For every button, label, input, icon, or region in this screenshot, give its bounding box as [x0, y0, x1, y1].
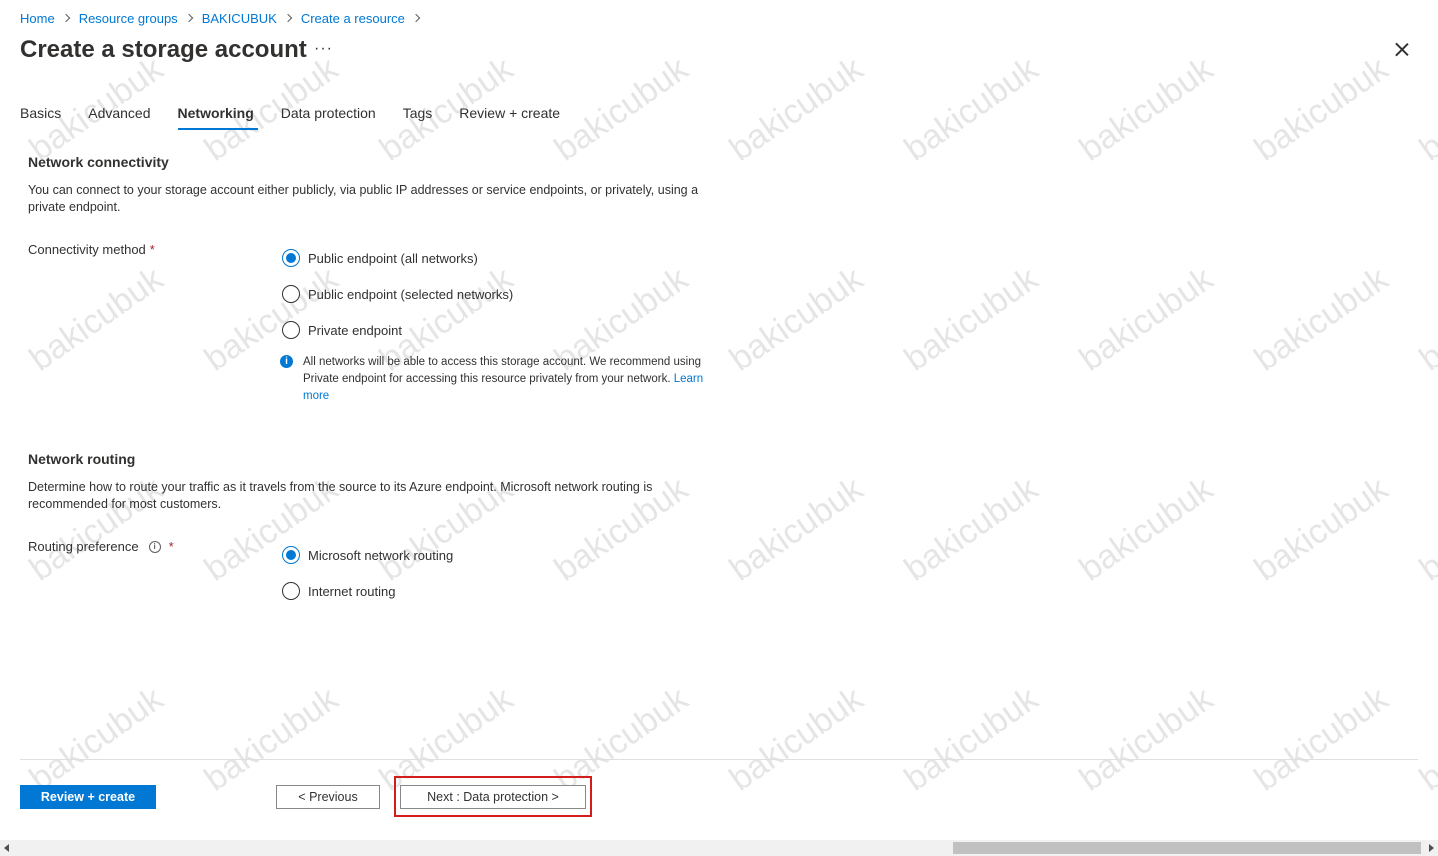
watermark-text: bakicubuk — [1072, 49, 1220, 169]
watermark-text: bakicubuk — [1412, 679, 1438, 799]
radio-button[interactable] — [282, 285, 300, 303]
info-message-text: All networks will be able to access this… — [303, 356, 702, 385]
tab-data-protection[interactable]: Data protection — [281, 105, 376, 128]
tab-networking[interactable]: Networking — [177, 105, 258, 130]
radio-button[interactable] — [282, 582, 300, 600]
radio-label: Internet routing — [308, 583, 396, 599]
watermark-text: bakicubuk — [897, 679, 1045, 799]
watermark-text: bakicubuk — [722, 259, 870, 379]
chevron-right-icon — [186, 10, 194, 26]
watermark-text: bakicubuk — [722, 49, 870, 169]
watermark-text: bakicubuk — [722, 679, 870, 799]
scrollbar-thumb[interactable] — [953, 842, 1421, 854]
tab-basics[interactable]: Basics — [20, 105, 61, 128]
info-message-body: All networks will be able to access this… — [303, 354, 725, 405]
breadcrumb-resource-group[interactable]: BAKICUBUK — [202, 11, 277, 26]
breadcrumb-resource-groups[interactable]: Resource groups — [79, 11, 178, 26]
footer-divider — [20, 759, 1418, 760]
info-icon: i — [280, 355, 293, 368]
radio-public-selected-networks[interactable]: Public endpoint (selected networks) — [282, 285, 513, 303]
watermark-text: bakicubuk — [897, 469, 1045, 589]
connectivity-method-label: Connectivity method * — [28, 242, 155, 257]
radio-label: Private endpoint — [308, 322, 402, 338]
close-icon[interactable] — [1392, 40, 1412, 60]
watermark-text: bakicubuk — [897, 259, 1045, 379]
breadcrumb-create-resource[interactable]: Create a resource — [301, 11, 405, 26]
chevron-right-icon — [413, 10, 421, 26]
watermark-text: bakicubuk — [1412, 259, 1438, 379]
watermark-text: bakicubuk — [1247, 679, 1395, 799]
highlight-box — [394, 776, 592, 817]
watermark-text: bakicubuk — [22, 679, 170, 799]
watermark-text: bakicubuk — [1247, 49, 1395, 169]
watermark-text: bakicubuk — [22, 259, 170, 379]
tab-advanced[interactable]: Advanced — [88, 105, 150, 128]
connectivity-method-label-text: Connectivity method — [28, 242, 146, 257]
more-options-button[interactable]: ··· — [314, 40, 333, 58]
network-connectivity-title: Network connectivity — [28, 154, 169, 170]
routing-preference-label-text: Routing preference — [28, 539, 139, 554]
tab-review-create[interactable]: Review + create — [459, 105, 560, 128]
chevron-right-icon — [63, 10, 71, 26]
breadcrumb: Home Resource groups BAKICUBUK Create a … — [20, 10, 429, 26]
watermark-text: bakicubuk — [1072, 469, 1220, 589]
radio-label: Public endpoint (selected networks) — [308, 286, 514, 302]
page-title: Create a storage account — [20, 36, 307, 63]
connectivity-info-message: i All networks will be able to access th… — [280, 354, 725, 405]
radio-label: Public endpoint (all networks) — [308, 250, 478, 266]
network-routing-title: Network routing — [28, 451, 136, 467]
watermark-text: bakicubuk — [1247, 259, 1395, 379]
watermark-text: bakicubuk — [722, 469, 870, 589]
watermark-text: bakicubuk — [1247, 469, 1395, 589]
required-marker: * — [168, 539, 174, 554]
radio-internet-routing[interactable]: Internet routing — [282, 582, 395, 600]
info-icon[interactable]: i — [148, 540, 161, 553]
watermark-text: bakicubuk — [1412, 469, 1438, 589]
radio-label: Microsoft network routing — [308, 547, 454, 563]
scroll-left-icon[interactable] — [4, 844, 9, 852]
radio-microsoft-network-routing[interactable]: Microsoft network routing — [282, 546, 453, 564]
breadcrumb-home[interactable]: Home — [20, 11, 55, 26]
horizontal-scrollbar[interactable] — [0, 840, 1438, 856]
review-create-button[interactable]: Review + create — [20, 785, 156, 809]
previous-button[interactable]: < Previous — [276, 785, 380, 809]
watermark-text: bakicubuk — [1412, 49, 1438, 169]
routing-preference-label: Routing preference i * — [28, 539, 174, 554]
watermark-text: bakicubuk — [197, 679, 345, 799]
required-marker: * — [149, 242, 155, 257]
watermark-text: bakicubuk — [897, 49, 1045, 169]
tab-bar: Basics Advanced Networking Data protecti… — [20, 105, 587, 130]
radio-button[interactable] — [282, 249, 300, 267]
network-routing-description: Determine how to route your traffic as i… — [28, 480, 653, 511]
watermark-text: bakicubuk — [1072, 259, 1220, 379]
radio-private-endpoint[interactable]: Private endpoint — [282, 321, 402, 339]
radio-public-all-networks[interactable]: Public endpoint (all networks) — [282, 249, 478, 267]
scroll-right-icon[interactable] — [1429, 844, 1434, 852]
radio-button[interactable] — [282, 546, 300, 564]
watermark-text: bakicubuk — [1072, 679, 1220, 799]
tab-tags[interactable]: Tags — [403, 105, 433, 128]
network-connectivity-description: You can connect to your storage account … — [28, 183, 699, 214]
chevron-right-icon — [285, 10, 293, 26]
radio-button[interactable] — [282, 321, 300, 339]
